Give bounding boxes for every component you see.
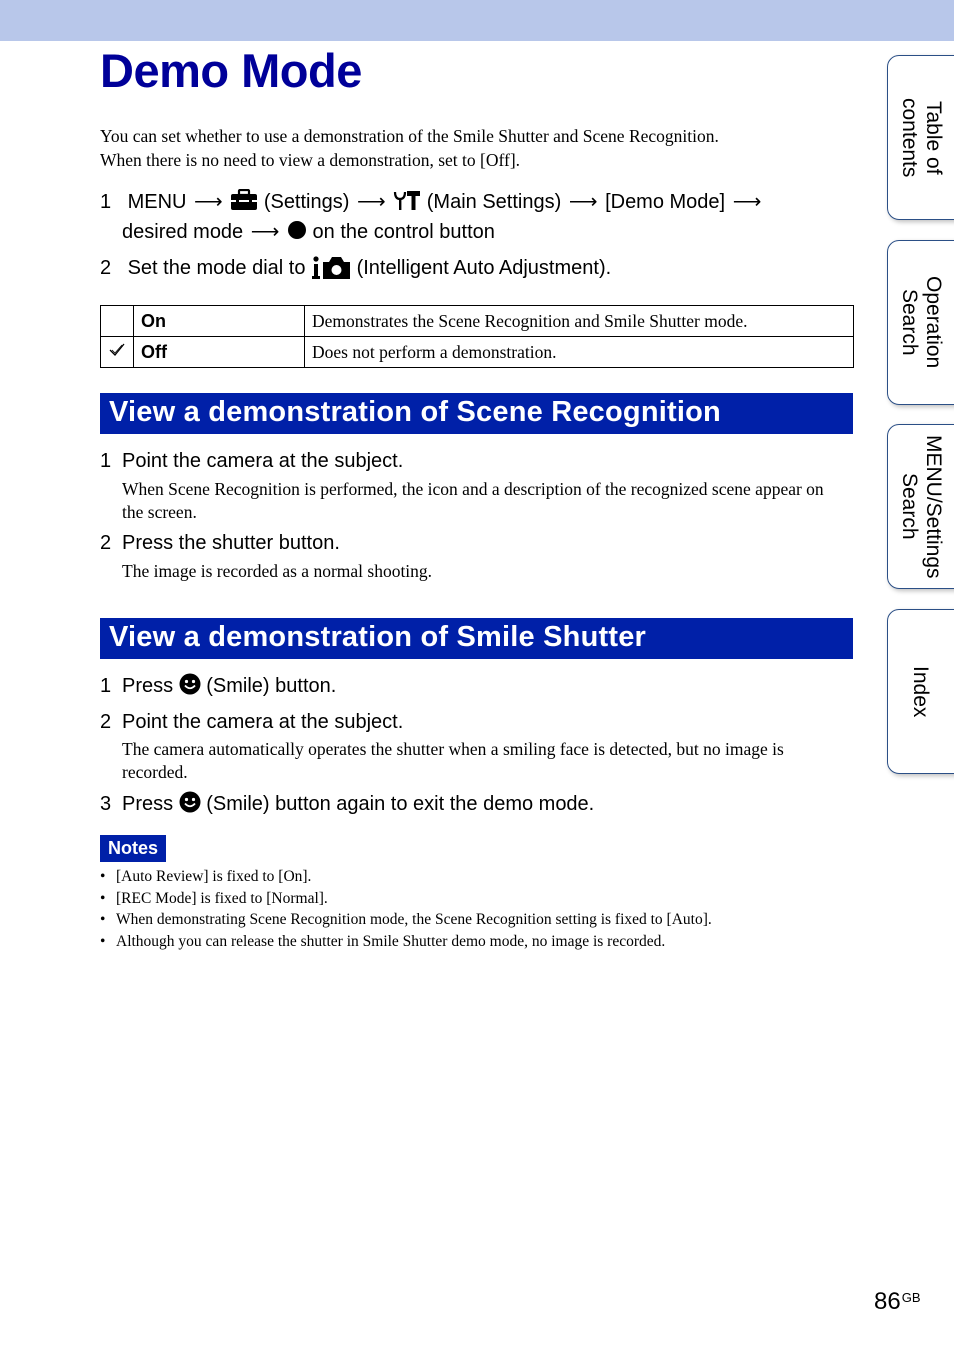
table-row-off: Off Does not perform a demonstration.: [100, 336, 854, 368]
page-title: Demo Mode: [100, 44, 362, 97]
tab-label: Index: [909, 665, 932, 718]
page-number-value: 86: [874, 1288, 901, 1315]
step-detail: When Scene Recognition is performed, the…: [122, 479, 824, 522]
step-number: 2: [100, 257, 112, 279]
smile-icon: [179, 673, 201, 695]
options-table: On Demonstrates the Scene Recognition an…: [100, 305, 854, 368]
option-label: On: [133, 305, 305, 337]
notes-label: Notes: [100, 835, 166, 862]
header-band: [0, 0, 954, 41]
control-button-label: on the control button: [312, 221, 495, 243]
demo-mode-label: [Demo Mode]: [605, 191, 726, 213]
default-marker-cell: [100, 336, 134, 368]
step-text: Set the mode dial to: [127, 257, 306, 279]
step-text: Press: [122, 793, 174, 815]
smile-step-1: 1 Press (Smile) button.: [100, 671, 336, 701]
step-text: Press the shutter button.: [122, 532, 340, 554]
section-heading-scene-recognition: View a demonstration of Scene Recognitio…: [100, 393, 853, 434]
intro-line: You can set whether to use a demonstrati…: [100, 126, 719, 146]
step-text: Press: [122, 675, 174, 697]
tab-label: Operation Search: [898, 276, 945, 369]
tab-label: MENU/Settings Search: [898, 434, 945, 579]
note-item: Although you can release the shutter in …: [100, 931, 712, 953]
arrow-icon: ⟶: [356, 191, 386, 213]
smile-icon: [179, 791, 201, 813]
step-number: 2: [100, 711, 112, 733]
settings-toolbox-icon: [231, 189, 258, 210]
setup-step-1: 1 MENU ⟶ (Settings) ⟶ (Main Settings) ⟶ …: [100, 187, 763, 247]
side-tab-index[interactable]: Index: [887, 609, 954, 774]
step-text: Point the camera at the subject.: [122, 450, 404, 472]
option-description: Demonstrates the Scene Recognition and S…: [304, 305, 854, 337]
note-item: [Auto Review] is fixed to [On].: [100, 866, 712, 888]
smile-step-2: 2 Point the camera at the subject.: [100, 707, 403, 737]
step-text: Point the camera at the subject.: [122, 711, 404, 733]
intro-line: When there is no need to view a demonstr…: [100, 150, 521, 170]
side-tab-table-of-contents[interactable]: Table of contents: [887, 55, 954, 220]
option-description: Does not perform a demonstration.: [304, 336, 854, 368]
step-number: 1: [100, 191, 112, 213]
smile-step-3: 3 Press (Smile) button again to exit the …: [100, 789, 594, 819]
tab-label: Table of contents: [898, 97, 945, 178]
main-settings-label: (Main Settings): [426, 191, 562, 213]
step-text: (Smile) button.: [206, 675, 337, 697]
center-button-dot-icon: [287, 221, 306, 239]
step-text: (Intelligent Auto Adjustment).: [356, 257, 612, 279]
side-tab-operation-search[interactable]: Operation Search: [887, 240, 954, 405]
notes-list: [Auto Review] is fixed to [On]. [REC Mod…: [100, 866, 712, 952]
step-number: 1: [100, 675, 112, 697]
scene-step-1: 1 Point the camera at the subject.: [100, 446, 403, 476]
setup-step-2: 2 Set the mode dial to (Intelligent Auto…: [100, 253, 611, 283]
intelligent-auto-camera-icon: [312, 256, 351, 279]
arrow-icon: ⟶: [568, 191, 598, 213]
default-marker-cell: [100, 305, 134, 337]
arrow-icon: ⟶: [732, 191, 762, 213]
desired-mode-label: desired mode: [122, 221, 244, 243]
arrow-icon: ⟶: [194, 191, 223, 213]
step-number: 2: [100, 532, 112, 554]
menu-label: MENU: [127, 191, 187, 213]
scene-step-2: 2 Press the shutter button.: [100, 528, 340, 558]
note-item: When demonstrating Scene Recognition mod…: [100, 909, 712, 931]
step-text: (Smile) button again to exit the demo mo…: [206, 793, 595, 815]
checkmark-icon: [109, 343, 125, 356]
settings-label: (Settings): [263, 191, 350, 213]
step-detail: The camera automatically operates the sh…: [122, 739, 784, 782]
arrow-icon: ⟶: [250, 221, 280, 243]
page-region-suffix: GB: [901, 1290, 921, 1305]
intro-paragraph: You can set whether to use a demonstrati…: [100, 124, 840, 172]
table-row-on: On Demonstrates the Scene Recognition an…: [100, 305, 854, 337]
option-label: Off: [133, 336, 305, 368]
main-settings-tools-icon: [394, 191, 421, 210]
step-number: 3: [100, 793, 112, 815]
page-number: 86GB: [874, 1288, 921, 1316]
note-item: [REC Mode] is fixed to [Normal].: [100, 888, 712, 910]
step-detail: The image is recorded as a normal shooti…: [122, 561, 433, 581]
step-number: 1: [100, 450, 112, 472]
section-heading-smile-shutter: View a demonstration of Smile Shutter: [100, 618, 853, 659]
side-tab-menu-settings-search[interactable]: MENU/Settings Search: [887, 424, 954, 589]
